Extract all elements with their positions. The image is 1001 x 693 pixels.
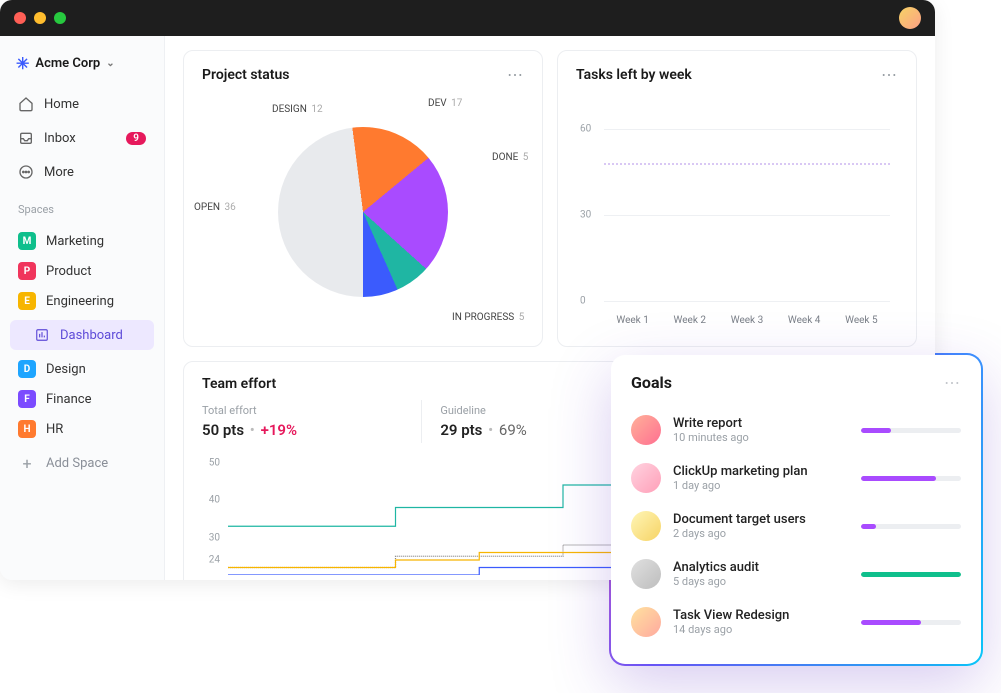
goal-name: ClickUp marketing plan [673, 464, 849, 479]
metric-label: Total effort [202, 404, 407, 417]
sidebar: ✳ Acme Corp ⌄ Home Inbox 9 More Spaces M… [0, 36, 165, 580]
dashboard-icon [34, 327, 50, 343]
add-space-label: Add Space [46, 456, 108, 471]
space-badge-icon: E [18, 292, 36, 310]
x-label: Week 2 [674, 315, 707, 326]
pie-label: DONE 5 [492, 152, 528, 163]
pie-label: IN PROGRESS 5 [452, 312, 524, 323]
bar-chart: 03060 Week 1Week 2Week 3Week 4Week 5 [576, 92, 898, 332]
x-label: Week 3 [731, 315, 764, 326]
goal-name: Analytics audit [673, 560, 849, 575]
plus-icon: + [18, 454, 36, 473]
nav-inbox[interactable]: Inbox 9 [10, 123, 154, 153]
goal-progress [861, 572, 961, 577]
user-avatar[interactable] [899, 7, 921, 29]
goal-time: 5 days ago [673, 575, 849, 588]
goal-row[interactable]: Analytics audit 5 days ago [631, 550, 961, 598]
card-title: Tasks left by week [576, 67, 692, 83]
close-icon[interactable] [14, 12, 26, 24]
goal-row[interactable]: Task View Redesign 14 days ago [631, 598, 961, 646]
goal-avatar [631, 607, 661, 637]
x-label: Week 5 [845, 315, 878, 326]
goal-avatar [631, 511, 661, 541]
goal-row[interactable]: Document target users 2 days ago [631, 502, 961, 550]
goal-row[interactable]: Write report 10 minutes ago [631, 406, 961, 454]
space-name: Engineering [46, 294, 114, 309]
nav-label: Dashboard [60, 328, 123, 343]
maximize-icon[interactable] [54, 12, 66, 24]
nav-label: Inbox [44, 131, 76, 146]
space-item[interactable]: H HR [10, 414, 154, 444]
minimize-icon[interactable] [34, 12, 46, 24]
space-name: Product [46, 264, 91, 279]
org-name: Acme Corp [35, 56, 100, 71]
chevron-down-icon: ⌄ [106, 58, 114, 69]
nav-home[interactable]: Home [10, 89, 154, 119]
space-name: Design [46, 362, 86, 377]
project-status-card: Project status ⋯ OPEN 36 DESIGN 12 DEV 17 D… [183, 50, 543, 347]
goal-name: Document target users [673, 512, 849, 527]
inbox-icon [18, 130, 34, 146]
card-title: Project status [202, 67, 289, 83]
metric-value: 50 pts • +19% [202, 421, 407, 439]
goal-time: 1 day ago [673, 479, 849, 492]
more-icon [18, 164, 34, 180]
goals-more-icon[interactable]: ⋯ [944, 373, 961, 392]
goal-progress [861, 524, 961, 529]
goal-progress [861, 428, 961, 433]
space-badge-icon: M [18, 232, 36, 250]
home-icon [18, 96, 34, 112]
space-item[interactable]: P Product [10, 256, 154, 286]
card-more-icon[interactable]: ⋯ [507, 65, 524, 84]
goal-name: Write report [673, 416, 849, 431]
goal-avatar [631, 415, 661, 445]
goal-time: 2 days ago [673, 527, 849, 540]
goals-panel: Goals ⋯ Write report 10 minutes ago Clic… [611, 355, 981, 664]
space-badge-icon: D [18, 360, 36, 378]
goals-title: Goals [631, 373, 672, 392]
pie-label: DESIGN 12 [272, 104, 323, 115]
inbox-badge: 9 [126, 132, 146, 145]
space-item[interactable]: M Marketing [10, 226, 154, 256]
space-name: HR [46, 422, 63, 437]
space-badge-icon: H [18, 420, 36, 438]
tasks-left-card: Tasks left by week ⋯ 03060 Week 1Week 2W… [557, 50, 917, 347]
spaces-section-label: Spaces [10, 191, 154, 222]
goal-avatar [631, 559, 661, 589]
nav-label: More [44, 165, 74, 180]
pie-label: OPEN 36 [194, 202, 236, 213]
nav-label: Home [44, 97, 79, 112]
goal-time: 10 minutes ago [673, 431, 849, 444]
card-title: Team effort [202, 376, 276, 392]
goal-name: Task View Redesign [673, 608, 849, 623]
goal-row[interactable]: ClickUp marketing plan 1 day ago [631, 454, 961, 502]
org-logo-icon: ✳ [16, 54, 29, 73]
nav-more[interactable]: More [10, 157, 154, 187]
card-more-icon[interactable]: ⋯ [881, 65, 898, 84]
space-item[interactable]: F Finance [10, 384, 154, 414]
goal-progress [861, 620, 961, 625]
space-badge-icon: P [18, 262, 36, 280]
pie-label: DEV 17 [428, 98, 462, 109]
titlebar [0, 0, 935, 36]
space-item[interactable]: D Design [10, 354, 154, 384]
x-label: Week 4 [788, 315, 821, 326]
pie-chart: OPEN 36DESIGN 12DEV 17DONE 5IN PROGRESS … [202, 92, 524, 332]
window-controls [14, 12, 66, 24]
space-name: Finance [46, 392, 91, 407]
x-label: Week 1 [616, 315, 649, 326]
space-name: Marketing [46, 234, 104, 249]
goal-avatar [631, 463, 661, 493]
metric: Total effort 50 pts • +19% [202, 400, 421, 443]
goal-progress [861, 476, 961, 481]
goal-time: 14 days ago [673, 623, 849, 636]
space-item[interactable]: E Engineering [10, 286, 154, 316]
add-space-button[interactable]: + Add Space [10, 448, 154, 479]
org-switcher[interactable]: ✳ Acme Corp ⌄ [10, 50, 154, 77]
sidebar-dashboard[interactable]: Dashboard [10, 320, 154, 350]
space-badge-icon: F [18, 390, 36, 408]
